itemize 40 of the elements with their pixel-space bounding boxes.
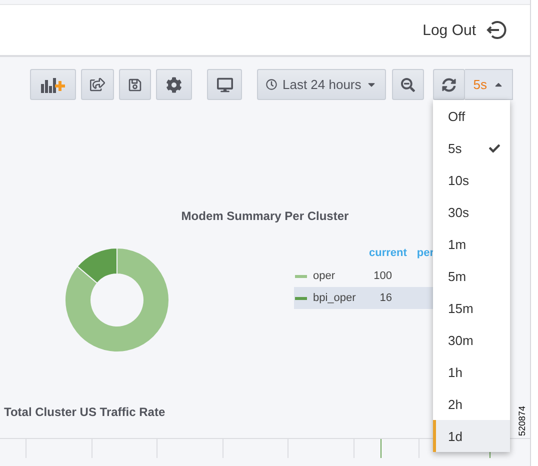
refresh-icon xyxy=(442,78,456,92)
legend-value: 100 xyxy=(372,270,392,282)
menu-item[interactable]: Off xyxy=(433,100,510,132)
menu-item[interactable]: 5m xyxy=(433,260,510,292)
panel-title: Total Cluster US Traffic Rate xyxy=(4,405,166,419)
zoom-out-button[interactable] xyxy=(392,69,424,100)
menu-item[interactable]: 5s xyxy=(433,132,510,164)
menu-item[interactable]: 1h xyxy=(433,356,510,388)
settings-icon xyxy=(166,76,182,92)
zoom-out-icon xyxy=(401,78,416,92)
menu-item[interactable]: 10s xyxy=(433,164,510,196)
share-button[interactable] xyxy=(81,69,114,100)
legend-series-name: bpi_oper xyxy=(313,292,357,304)
logout-link[interactable]: Log Out xyxy=(422,19,508,41)
share-icon xyxy=(90,77,106,92)
legend-series-name: oper xyxy=(313,270,336,282)
legend-row[interactable]: oper 100 xyxy=(294,265,434,287)
clock-icon xyxy=(266,79,278,90)
menu-item[interactable]: 1m xyxy=(433,228,510,260)
menu-item[interactable]: 30s xyxy=(433,196,510,228)
legend-column-header: current xyxy=(369,247,407,261)
add-panel-icon xyxy=(40,76,66,92)
monitor-icon xyxy=(216,76,233,92)
menu-item[interactable]: 30m xyxy=(433,324,510,356)
legend-column-header: per xyxy=(416,247,434,261)
legend-value: 16 xyxy=(378,292,392,304)
menu-item[interactable]: 1d xyxy=(433,420,510,452)
save-button[interactable] xyxy=(119,69,152,100)
save-icon xyxy=(128,78,142,92)
panel-title: Modem Summary Per Cluster xyxy=(181,209,349,223)
settings-button[interactable] xyxy=(156,69,192,100)
menu-item[interactable]: 15m xyxy=(433,292,510,324)
refresh-button[interactable] xyxy=(433,69,466,100)
menu-item[interactable]: 2h xyxy=(433,388,510,420)
logout-icon xyxy=(486,19,508,41)
add-panel-button[interactable] xyxy=(30,69,76,100)
tv-mode-button[interactable] xyxy=(207,69,242,100)
time-range-button[interactable]: Last 24 hours xyxy=(257,69,386,100)
legend-row[interactable]: bpi_oper 16 xyxy=(294,287,434,309)
figure-number: 520874 xyxy=(517,406,527,436)
